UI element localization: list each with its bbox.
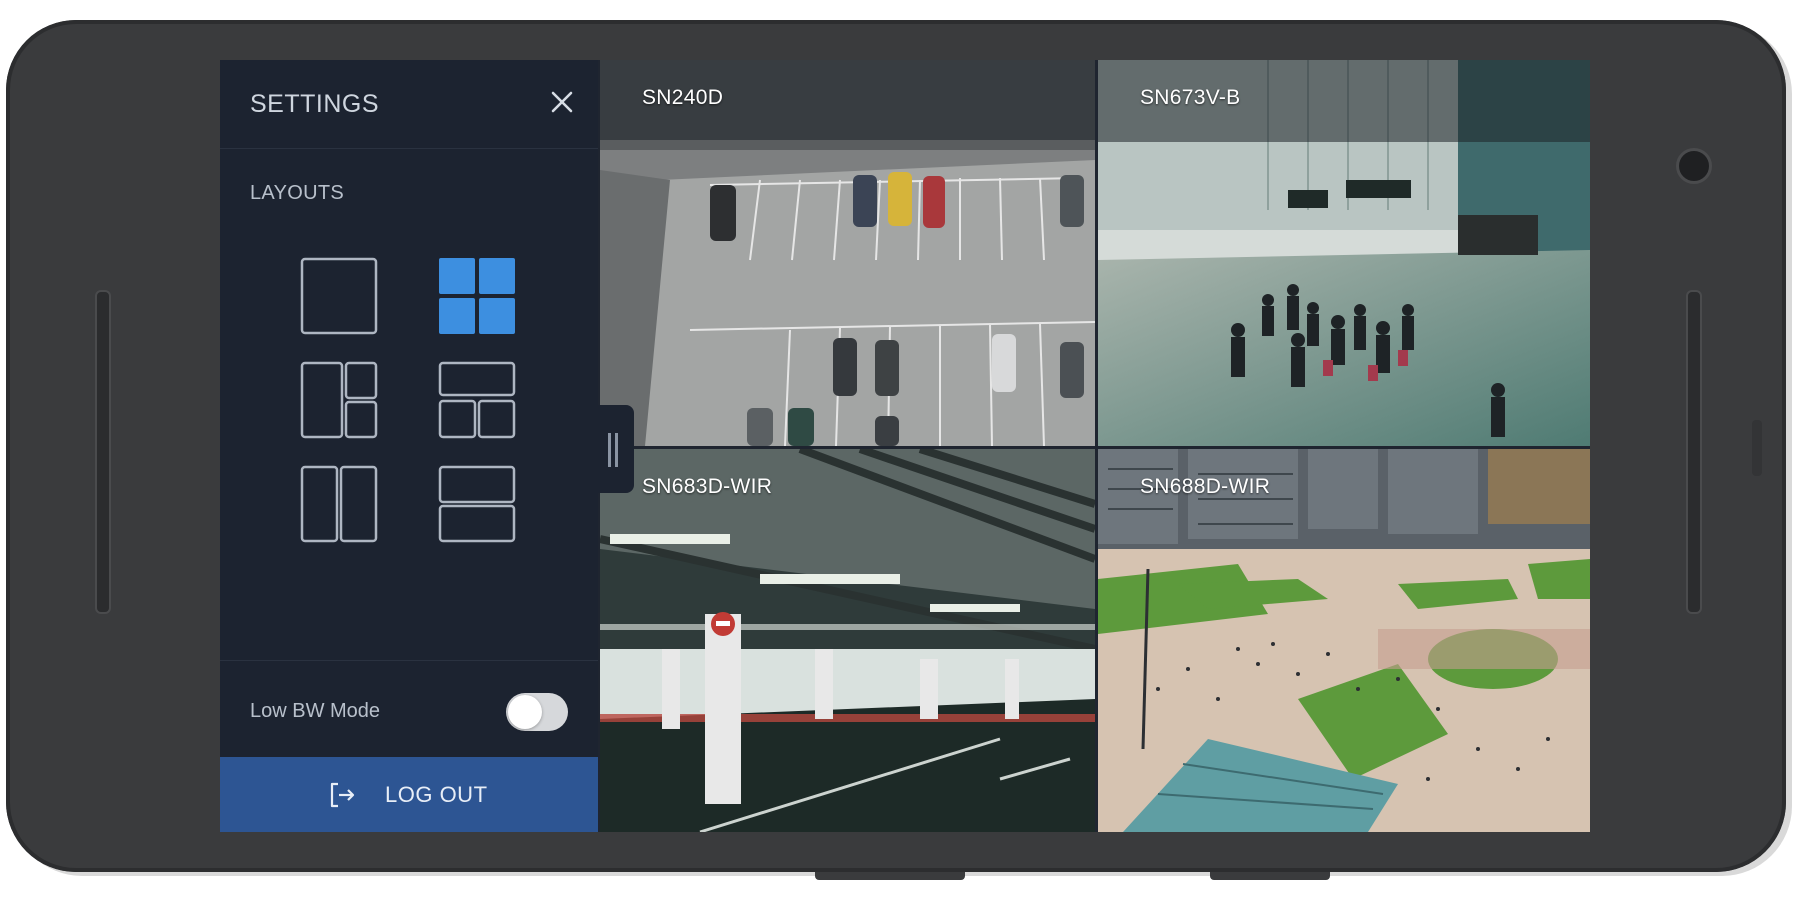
low-bw-mode-label: Low BW Mode	[250, 700, 381, 722]
drawer-handle[interactable]	[594, 405, 634, 493]
city-plaza-feed	[1098, 449, 1590, 832]
parking-garage-feed	[600, 449, 1095, 832]
camera-tile-1[interactable]: SN240D	[600, 60, 1095, 446]
close-button[interactable]	[540, 80, 584, 124]
layout-one-large-two-small-button[interactable]	[300, 361, 378, 439]
layout-one-large-two-small-icon	[300, 361, 378, 439]
low-bw-mode-toggle[interactable]	[506, 693, 568, 731]
phone-speaker-left	[95, 290, 111, 614]
front-camera-icon	[1676, 148, 1712, 184]
layout-single-button[interactable]	[300, 257, 378, 335]
layouts-section-title: LAYOUTS	[250, 182, 344, 204]
settings-panel: SETTINGS LAYOUTS Low BW Mode LOG OUT	[220, 60, 598, 832]
camera-label: SN240D	[642, 86, 724, 109]
grip-icon	[615, 433, 618, 467]
divider	[220, 660, 598, 661]
layout-one-top-two-bottom-icon	[438, 361, 516, 439]
layout-quad-icon	[439, 258, 515, 334]
toggle-knob	[508, 695, 542, 729]
camera-tile-4[interactable]: SN688D-WIR	[1098, 449, 1590, 832]
camera-label: SN673V-B	[1140, 86, 1241, 109]
layout-one-top-two-bottom-button[interactable]	[438, 361, 516, 439]
settings-title: SETTINGS	[250, 90, 380, 118]
layout-two-rows-button[interactable]	[438, 465, 516, 543]
settings-header: SETTINGS	[220, 60, 598, 149]
camera-label: SN683D-WIR	[642, 475, 773, 498]
stage: SETTINGS LAYOUTS Low BW Mode LOG OUT SN2…	[0, 0, 1800, 900]
logout-button[interactable]: LOG OUT	[220, 757, 598, 832]
layout-two-rows-icon	[438, 465, 516, 543]
app-screen: SETTINGS LAYOUTS Low BW Mode LOG OUT SN2…	[220, 60, 1590, 832]
layout-single-icon	[300, 257, 378, 335]
camera-grid: SN240D SN673V-B SN683D-WIR SN688D-WIR	[600, 60, 1590, 832]
grip-icon	[608, 433, 611, 467]
camera-tile-3[interactable]: SN683D-WIR	[600, 449, 1095, 832]
phone-speaker-right	[1686, 290, 1702, 614]
phone-power-button	[1210, 872, 1330, 880]
phone-volume-button	[815, 872, 965, 880]
phone-side-button	[1752, 420, 1762, 476]
camera-tile-2[interactable]: SN673V-B	[1098, 60, 1590, 446]
layout-quad-button[interactable]	[438, 257, 516, 335]
logout-label: LOG OUT	[385, 782, 488, 807]
close-icon	[551, 91, 573, 113]
layout-two-columns-button[interactable]	[300, 465, 378, 543]
camera-label: SN688D-WIR	[1140, 475, 1271, 498]
logout-icon	[330, 782, 355, 808]
layout-options	[300, 257, 540, 557]
layout-two-columns-icon	[300, 465, 378, 543]
